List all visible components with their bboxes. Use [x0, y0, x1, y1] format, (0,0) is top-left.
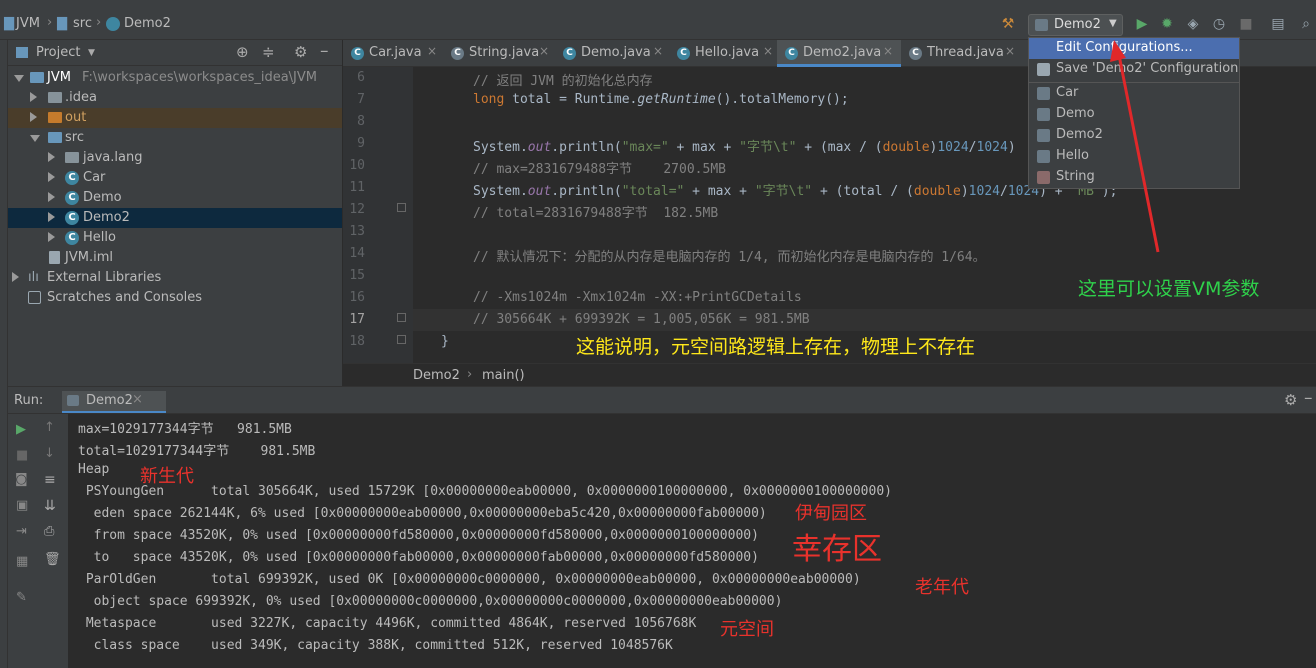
arrow-line: [1116, 49, 1160, 253]
annotation-survivor: 幸存区: [792, 532, 882, 567]
annotation-metaspace-note: 这能说明，元空间路逻辑上存在，物理上不存在: [576, 336, 976, 358]
annotation-old-gen: 老年代: [915, 577, 969, 598]
annotation-metaspace: 元空间: [720, 619, 774, 640]
annotation-eden: 伊甸园区: [795, 503, 867, 524]
arrow-head: [1110, 40, 1126, 62]
annotation-vm-params: 这里可以设置VM参数: [1078, 278, 1260, 300]
annotation-young-gen: 新生代: [140, 466, 194, 487]
